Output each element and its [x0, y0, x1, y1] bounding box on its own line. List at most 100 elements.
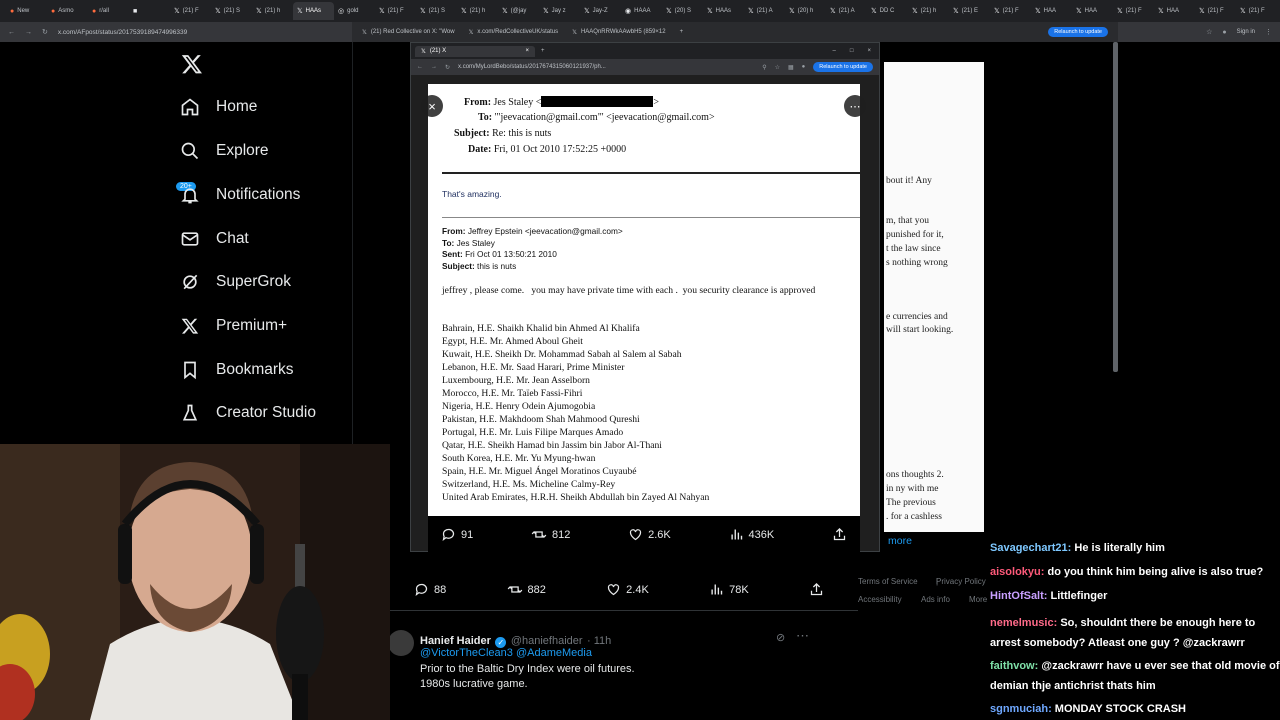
- extensions-icon[interactable]: ▦: [788, 64, 794, 71]
- browser-tab[interactable]: 𝕏 (20) S: [662, 2, 703, 20]
- footer-link[interactable]: Ads info: [921, 595, 950, 604]
- sidebar-item-bookmarks[interactable]: Bookmarks: [180, 360, 294, 380]
- views-button[interactable]: 78K: [709, 582, 749, 597]
- browser-tab[interactable]: 𝕏 HAAs: [703, 2, 744, 20]
- browser-tab[interactable]: ◎ gold: [334, 2, 375, 20]
- share-button[interactable]: [809, 582, 824, 597]
- author-name[interactable]: Hanief Haider: [420, 635, 491, 647]
- tweet-time[interactable]: · 11h: [587, 635, 611, 647]
- browser-tab[interactable]: 𝕏 (21) h: [252, 2, 293, 20]
- inner-tab[interactable]: 𝕏 (21) X ×: [415, 45, 535, 57]
- reply-tweet[interactable]: Hanief Haider ✓ @haniefhaider · 11h ⊘ ⋯ …: [388, 622, 824, 720]
- browser-tab[interactable]: ● New: [6, 2, 47, 20]
- sidebar-item-supergrok[interactable]: SuperGrok: [180, 272, 291, 292]
- like-button[interactable]: 2.4K: [606, 582, 649, 597]
- browser-tab[interactable]: 𝕏 Jay z: [539, 2, 580, 20]
- views-button[interactable]: 436K: [729, 527, 774, 542]
- author-handle[interactable]: @haniefhaider: [511, 635, 583, 647]
- back-icon[interactable]: ←: [417, 64, 423, 70]
- show-more-link[interactable]: more: [888, 535, 912, 547]
- more-icon[interactable]: ⋯: [796, 628, 809, 644]
- sidebar-item-home[interactable]: Home: [180, 97, 257, 117]
- browser-tab[interactable]: ◉ HAAA: [621, 2, 662, 20]
- relaunch-button[interactable]: Relaunch to update: [1048, 27, 1108, 37]
- url-text[interactable]: x.com/AFpost/status/2017539189474996339: [58, 29, 187, 36]
- browser-tab[interactable]: 𝕏 (21) S: [416, 2, 457, 20]
- browser-tab[interactable]: ■: [129, 2, 170, 20]
- browser-tab[interactable]: 𝕏 (21) A: [744, 2, 785, 20]
- orig-subject-row: Subject: this is nuts: [442, 261, 517, 271]
- browser-tab[interactable]: 𝕏 (21) h: [457, 2, 498, 20]
- sidebar-item-explore[interactable]: Explore: [180, 141, 269, 161]
- back-window-tab[interactable]: 𝕏 (21) Red Collective on X: "Wow: [362, 29, 455, 36]
- search-icon: [180, 141, 200, 161]
- sign-in-button[interactable]: Sign in: [1237, 29, 1255, 35]
- maximize-icon[interactable]: □: [850, 48, 854, 54]
- footer-link[interactable]: Privacy Policy: [936, 577, 986, 586]
- doc-line: punished for it,: [886, 230, 944, 240]
- browser-tab[interactable]: 𝕏 (21) F: [375, 2, 416, 20]
- avatar[interactable]: [388, 630, 414, 656]
- forward-icon[interactable]: →: [25, 29, 32, 36]
- browser-tab[interactable]: 𝕏 HAA: [1031, 2, 1072, 20]
- footer-link[interactable]: Terms of Service: [858, 577, 918, 586]
- browser-tab[interactable]: ● Asmo: [47, 2, 88, 20]
- star-icon[interactable]: ☆: [775, 64, 780, 71]
- browser-tab[interactable]: 𝕏 (21) F: [1236, 2, 1277, 20]
- forward-icon[interactable]: →: [431, 64, 437, 70]
- footer-link[interactable]: Accessibility: [858, 595, 902, 604]
- reply-mentions[interactable]: @VictorTheClean3 @AdameMedia: [420, 647, 592, 659]
- browser-tab[interactable]: 𝕏 (21) h: [908, 2, 949, 20]
- reply-button[interactable]: 91: [441, 527, 473, 542]
- reply-text-line: Prior to the Baltic Dry Index were oil f…: [420, 663, 635, 675]
- browser-tab[interactable]: 𝕏 HAAs: [293, 2, 334, 20]
- zoom-icon[interactable]: ⚲: [762, 64, 766, 71]
- new-tab-icon[interactable]: +: [680, 29, 684, 35]
- more-options-icon[interactable]: ⋯: [844, 95, 866, 117]
- browser-tab[interactable]: 𝕏 (20) h: [785, 2, 826, 20]
- browser-tab[interactable]: 𝕏 DD C: [867, 2, 908, 20]
- browser-tab[interactable]: 𝕏 HAA: [1072, 2, 1113, 20]
- browser-tab-label: HAA: [1084, 8, 1097, 14]
- back-window-tab[interactable]: 𝕏x.com/RedCollectiveUK/status: [469, 29, 559, 36]
- relaunch-button[interactable]: Relaunch to update: [813, 62, 873, 72]
- sidebar-item-premium[interactable]: Premium+: [180, 316, 287, 336]
- x-logo-icon[interactable]: [181, 53, 203, 75]
- browser-tab[interactable]: 𝕏 Jay-Z: [580, 2, 621, 20]
- close-window-icon[interactable]: ×: [867, 48, 871, 54]
- browser-tab[interactable]: 𝕏 (21) A: [826, 2, 867, 20]
- browser-tab[interactable]: 𝕏 (21) S: [211, 2, 252, 20]
- browser-tab[interactable]: 𝕏 (21) F: [170, 2, 211, 20]
- minimize-icon[interactable]: –: [833, 48, 836, 54]
- close-icon[interactable]: ×: [421, 95, 443, 117]
- browser-tab[interactable]: 𝕏 (@jay: [498, 2, 539, 20]
- scrollbar[interactable]: [1113, 42, 1118, 372]
- reload-icon[interactable]: ↻: [42, 28, 48, 36]
- close-tab-icon[interactable]: ×: [525, 48, 529, 55]
- grok-icon[interactable]: ⊘: [776, 631, 785, 644]
- sidebar-item-chat[interactable]: Chat: [180, 229, 249, 249]
- browser-tab[interactable]: 𝕏 HAA: [1154, 2, 1195, 20]
- reload-icon[interactable]: ↻: [445, 64, 450, 71]
- browser-tab[interactable]: 𝕏 (21) F: [1113, 2, 1154, 20]
- star-icon[interactable]: ☆: [1206, 28, 1212, 36]
- reply-button[interactable]: 88: [414, 582, 446, 597]
- repost-button[interactable]: 882: [507, 582, 546, 597]
- inner-url-text[interactable]: x.com/MyLordBebo/status/2017674315060121…: [458, 64, 606, 70]
- like-button[interactable]: 2.6K: [628, 527, 671, 542]
- sidebar-item-creator-studio[interactable]: Creator Studio: [180, 403, 316, 423]
- back-window-tab[interactable]: 𝕏 HAAQnRRWkAAwbH5 (859×12: [572, 29, 666, 36]
- share-button[interactable]: [832, 527, 847, 542]
- back-icon[interactable]: ←: [8, 29, 15, 36]
- new-tab-icon[interactable]: +: [541, 48, 545, 54]
- browser-tab[interactable]: ● r/all: [88, 2, 129, 20]
- menu-icon[interactable]: ⋮: [1265, 28, 1272, 36]
- browser-tab[interactable]: 𝕏 (21) F: [1195, 2, 1236, 20]
- browser-tab[interactable]: 𝕏 (21) F: [990, 2, 1031, 20]
- sidebar-item-notifications[interactable]: Notifications: [180, 185, 300, 205]
- profile-icon[interactable]: ●: [802, 64, 806, 70]
- browser-tab[interactable]: 𝕏 (21) E: [949, 2, 990, 20]
- repost-button[interactable]: 812: [531, 527, 570, 542]
- profile-icon[interactable]: ●: [1222, 29, 1226, 36]
- footer-link[interactable]: More: [969, 595, 987, 604]
